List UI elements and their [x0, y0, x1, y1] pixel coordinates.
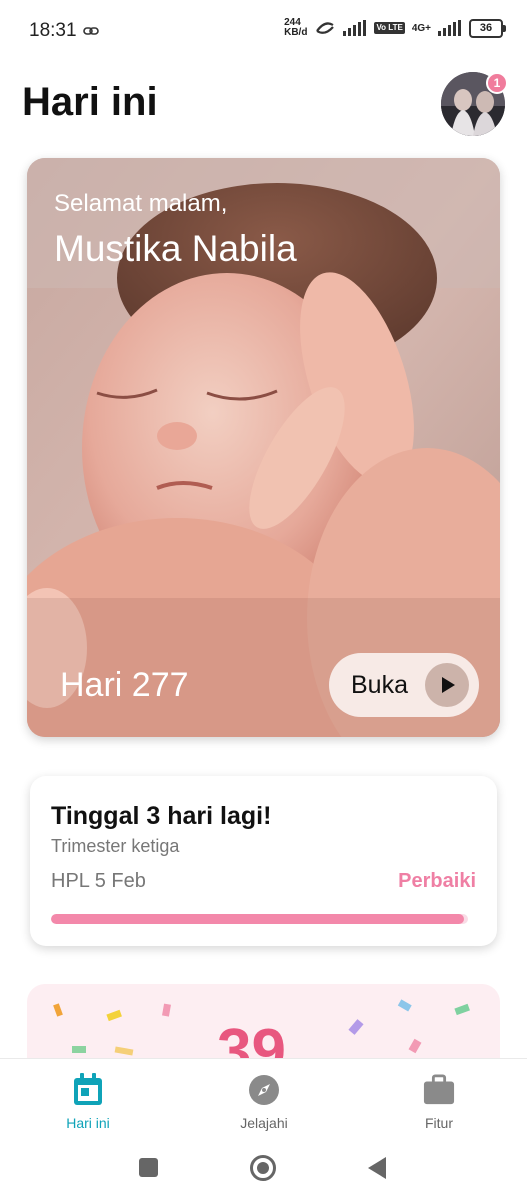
- user-name: Mustika Nabila: [54, 228, 297, 269]
- status-bar: 18:31 244 KB/d Vo LTE 4G+ 36: [0, 0, 527, 62]
- play-icon: [425, 663, 469, 707]
- open-button-label: Buka: [351, 671, 408, 699]
- signal-icon-2: [438, 20, 461, 36]
- briefcase-icon: [423, 1074, 455, 1105]
- battery-icon: 36: [469, 18, 506, 38]
- system-navigation-bar: [0, 1142, 527, 1200]
- hero-card[interactable]: Selamat malam, Mustika Nabila Hari 277 B…: [27, 158, 500, 737]
- status-icons: 244 KB/d Vo LTE 4G+ 36: [284, 18, 506, 38]
- recents-button[interactable]: [139, 1158, 158, 1177]
- network-type: 4G+: [411, 22, 431, 34]
- battery-level: 36: [479, 21, 493, 34]
- due-date-card[interactable]: Tinggal 3 hari lagi! Trimester ketiga HP…: [30, 776, 497, 946]
- countdown-title: Tinggal 3 hari lagi!: [51, 802, 272, 830]
- due-date-label: HPL 5 Feb: [51, 870, 146, 892]
- trimester-label: Trimester ketiga: [51, 836, 180, 856]
- nav-label-today: Hari ini: [66, 1115, 110, 1131]
- greeting-text: Selamat malam,: [54, 190, 228, 217]
- nav-item-features[interactable]: Fitur: [379, 1059, 499, 1143]
- nav-item-today[interactable]: Hari ini: [28, 1059, 148, 1143]
- open-button[interactable]: Buka: [329, 653, 479, 717]
- home-button[interactable]: [250, 1155, 276, 1181]
- page-title: Hari ini: [22, 80, 158, 124]
- pregnancy-progress-bar: [51, 914, 468, 924]
- link-icon: [83, 27, 99, 35]
- speed-unit: KB/d: [284, 27, 308, 38]
- nav-item-explore[interactable]: Jelajahi: [204, 1059, 324, 1143]
- signal-icon: [343, 20, 367, 36]
- compass-icon: [249, 1075, 279, 1105]
- progress-fill: [51, 914, 464, 924]
- fix-due-date-link[interactable]: Perbaiki: [398, 870, 476, 893]
- network-speed: 244 KB/d: [284, 18, 307, 38]
- hotspot-icon: [316, 22, 335, 34]
- nav-label-explore: Jelajahi: [240, 1115, 288, 1131]
- status-time: 18:31: [29, 20, 77, 41]
- volte-badge: Vo LTE: [374, 22, 405, 34]
- nav-label-features: Fitur: [425, 1115, 453, 1131]
- pregnancy-day: Hari 277: [60, 666, 189, 704]
- bottom-navigation: Hari ini Jelajahi Fitur: [0, 1058, 527, 1143]
- calendar-icon: [74, 1073, 102, 1105]
- notification-badge: 1: [486, 72, 508, 94]
- back-button[interactable]: [368, 1157, 386, 1179]
